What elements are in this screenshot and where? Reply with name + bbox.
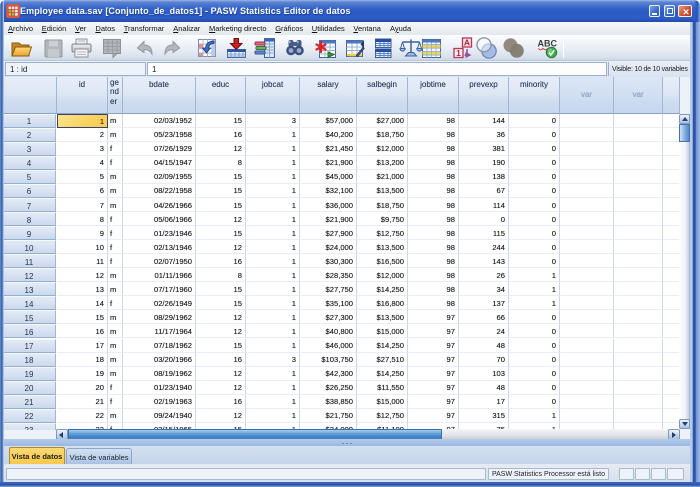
svg-text:A: A xyxy=(464,38,470,48)
svg-text:1: 1 xyxy=(456,48,461,58)
svg-text:ABC: ABC xyxy=(538,39,558,49)
